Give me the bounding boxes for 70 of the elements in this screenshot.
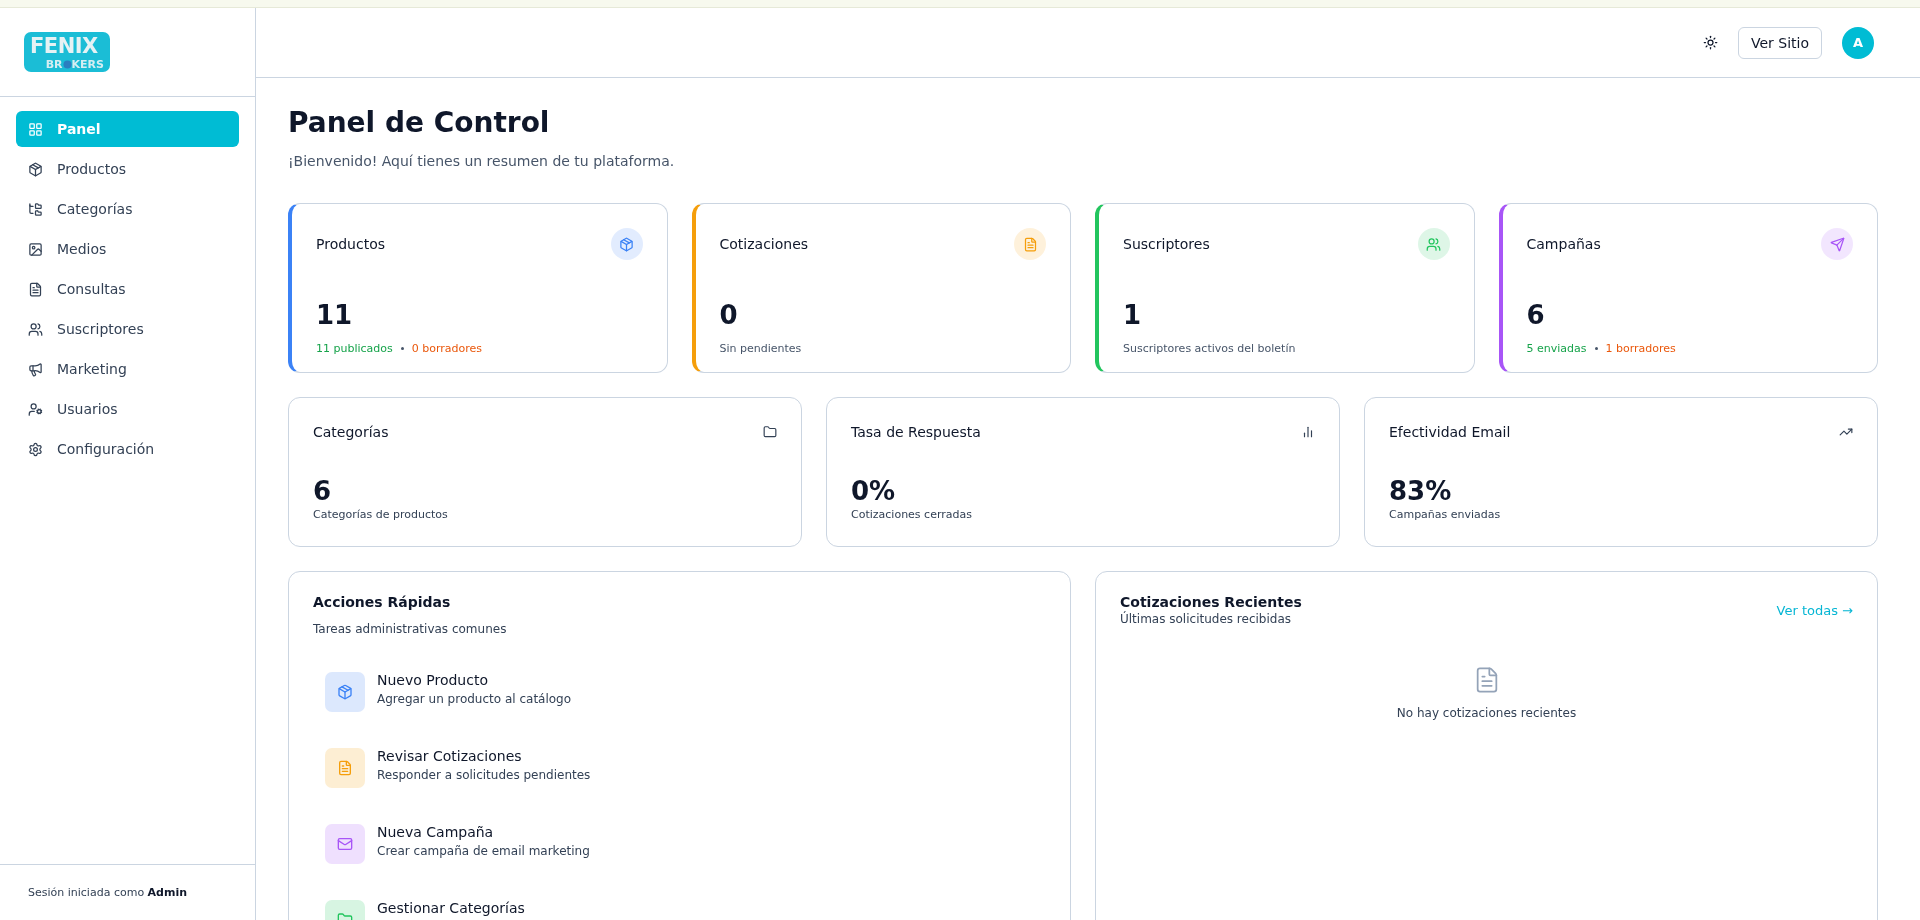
quick-action[interactable]: Revisar Cotizaciones Responder a solicitudes pendientes <box>325 748 1046 788</box>
user-gear-icon <box>28 401 43 417</box>
view-site-button[interactable]: Ver Sitio <box>1737 26 1822 59</box>
megaphone-icon <box>28 361 43 377</box>
sidebar-item[interactable]: Configuración <box>16 431 239 467</box>
bar-chart-icon <box>1301 425 1315 439</box>
users-icon <box>1417 228 1450 260</box>
stat-value: 6 <box>1526 300 1546 330</box>
stat-value: 11 <box>316 300 354 330</box>
action-description: Responder a solicitudes pendientes <box>377 768 591 782</box>
sidebar-item[interactable]: Suscriptores <box>16 311 239 347</box>
send-icon <box>1821 228 1853 260</box>
action-title: Revisar Cotizaciones <box>377 748 523 764</box>
page-title: Panel de Control <box>288 106 551 139</box>
card-title: Suscriptores <box>1123 236 1210 252</box>
stat-detail: 0 borradores <box>411 342 483 355</box>
action-title: Nuevo Producto <box>377 672 489 688</box>
card-title: Categorías <box>313 424 389 440</box>
card-subtitle: Tareas administrativas comunes <box>313 622 508 636</box>
quick-action[interactable]: Gestionar Categorías <box>325 900 1046 920</box>
stat-detail: Sin pendientes <box>719 342 802 355</box>
document-icon <box>1014 228 1046 260</box>
sidebar-item[interactable]: Medios <box>16 231 239 267</box>
metric-caption: Categorías de productos <box>313 508 449 521</box>
stat-value: 0 <box>719 300 739 330</box>
card-title: Acciones Rápidas <box>313 594 452 610</box>
folder-icon <box>763 425 777 439</box>
card-title: Tasa de Respuesta <box>851 424 981 440</box>
users-icon <box>28 321 43 337</box>
document-icon <box>28 281 43 297</box>
brand-logo: FENIX BR KERS <box>24 32 110 72</box>
separator-dot <box>1594 347 1598 350</box>
session-text: Sesión iniciada como Admin <box>28 886 188 899</box>
stat-detail: 1 borradores <box>1605 342 1676 355</box>
image-icon <box>28 241 43 257</box>
action-description: Crear campaña de email marketing <box>377 844 590 858</box>
box-icon <box>28 161 43 177</box>
action-title: Gestionar Categorías <box>377 900 525 916</box>
separator-dot <box>400 347 404 350</box>
settings-icon <box>28 441 43 457</box>
stat-detail: 5 enviadas <box>1526 342 1587 355</box>
stat-detail: Suscriptores activos del boletín <box>1123 342 1296 355</box>
page-subtitle: ¡Bienvenido! Aquí tienes un resumen de tu plataforma. <box>288 153 676 169</box>
theme-toggle-icon[interactable] <box>1702 35 1718 50</box>
sidebar-item[interactable]: Marketing <box>16 351 239 387</box>
empty-message: No hay cotizaciones recientes <box>1396 706 1577 720</box>
metric-value: 0% <box>851 476 897 506</box>
metric-value: 83% <box>1389 476 1453 506</box>
action-description: Agregar un producto al catálogo <box>377 692 572 706</box>
stat-value: 1 <box>1123 300 1143 330</box>
card-title: Cotizaciones <box>719 236 809 252</box>
metric-caption: Cotizaciones cerradas <box>851 508 973 521</box>
sidebar-item[interactable]: Usuarios <box>16 391 239 427</box>
card-title: Cotizaciones Recientes <box>1120 594 1302 610</box>
sidebar-item[interactable]: Productos <box>16 151 239 187</box>
card-title: Efectividad Email <box>1389 424 1511 440</box>
sidebar-item[interactable]: Consultas <box>16 271 239 307</box>
card-title: Campañas <box>1526 236 1601 252</box>
quick-action[interactable]: Nueva Campaña Crear campaña de email marketing <box>325 824 1046 864</box>
grid-icon <box>28 121 43 137</box>
box-icon <box>610 228 643 260</box>
action-title: Nueva Campaña <box>377 824 495 840</box>
metric-caption: Campañas enviadas <box>1389 508 1502 521</box>
folder-tree-icon <box>28 201 43 217</box>
card-title: Productos <box>316 236 385 252</box>
metric-value: 6 <box>313 476 333 506</box>
stat-detail: 11 publicados <box>316 342 393 355</box>
sidebar-item[interactable]: Categorías <box>16 191 239 227</box>
quick-action[interactable]: Nuevo Producto Agregar un producto al catálogo <box>325 672 1046 712</box>
card-subtitle: Últimas solicitudes recibidas <box>1120 612 1292 626</box>
